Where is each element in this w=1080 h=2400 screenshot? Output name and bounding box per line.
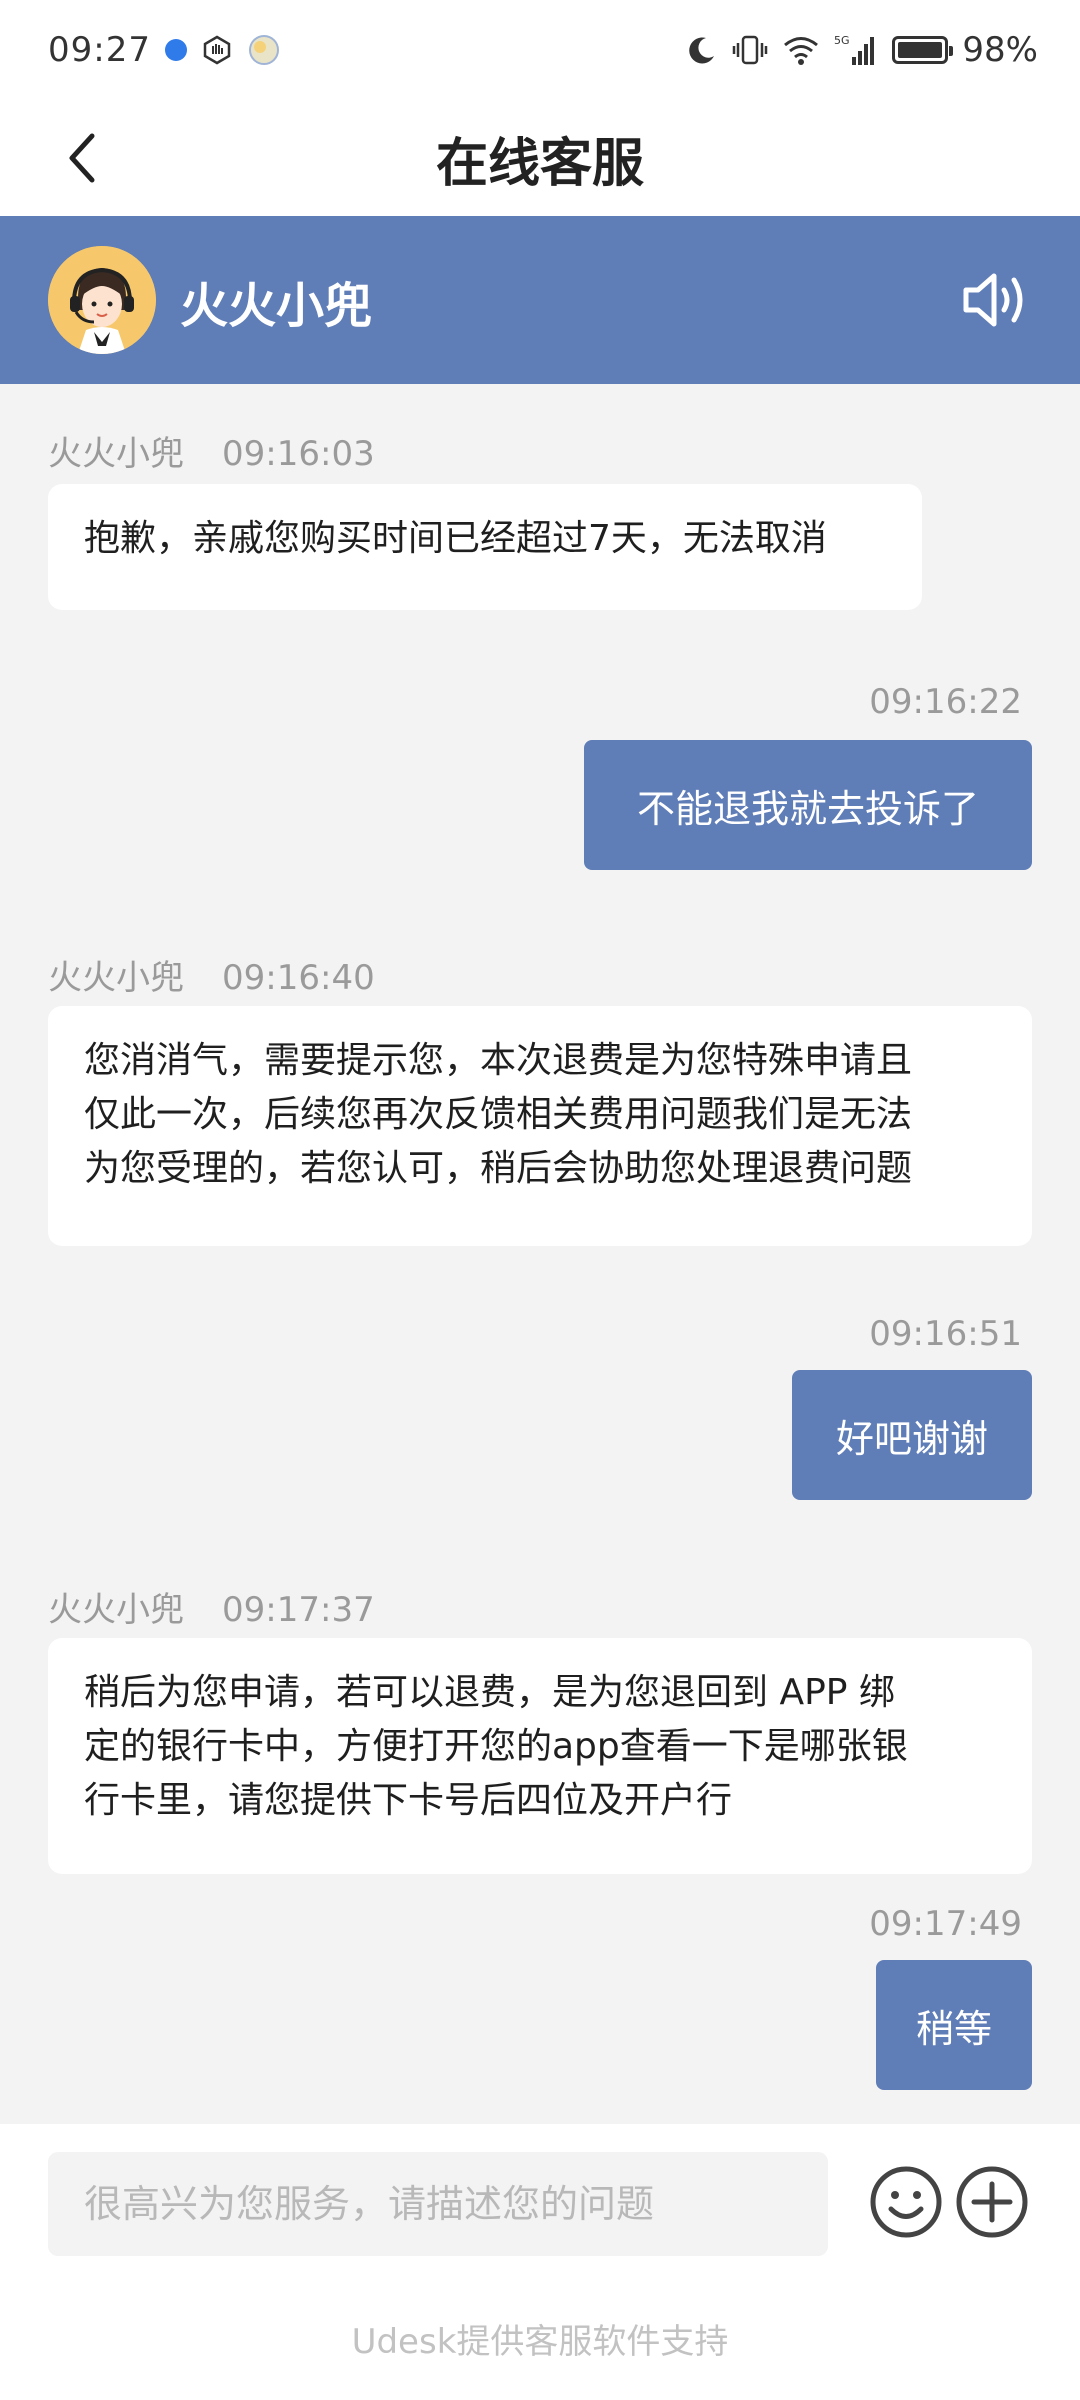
- message-text: 稍等: [915, 2006, 992, 2051]
- signal-icon: 5G: [834, 33, 878, 67]
- weather-icon: [247, 33, 281, 67]
- plus-circle-icon: [956, 2166, 1028, 2238]
- hand-icon: [201, 34, 233, 66]
- svg-text:5G: 5G: [834, 34, 850, 47]
- user-message-bubble[interactable]: 不能退我就去投诉了: [584, 740, 1032, 870]
- message-line: 抱歉，亲戚您购买时间已经超过7天，无法取消: [84, 518, 827, 559]
- add-attachment-button[interactable]: [954, 2164, 1030, 2240]
- message-line: 为您受理的，若您认可，稍后会协助您处理退费问题: [84, 1148, 913, 1189]
- message-line: 稍后为您申请，若可以退费，是为您退回到 APP 绑: [84, 1672, 895, 1713]
- wifi-icon: [782, 34, 820, 66]
- title-bar: 在线客服: [0, 100, 1080, 216]
- battery-icon: [892, 36, 954, 64]
- message-list[interactable]: 火火小兜 09:16:03 抱歉，亲戚您购买时间已经超过7天，无法取消 09:16…: [0, 384, 1080, 2124]
- back-button[interactable]: [50, 126, 114, 190]
- message-time: 09:16:40: [222, 958, 375, 998]
- message-sender: 火火小兜: [48, 434, 184, 474]
- user-message-bubble[interactable]: 稍等: [876, 1960, 1032, 2090]
- moon-icon: [686, 34, 718, 66]
- page-title: 在线客服: [435, 133, 644, 194]
- agent-message-bubble[interactable]: 稍后为您申请，若可以退费，是为您退回到 APP 绑 定的银行卡中，方便打开您的a…: [48, 1638, 1032, 1874]
- emoji-button[interactable]: [868, 2164, 944, 2240]
- message-meta: 火火小兜 09:17:37: [48, 1582, 375, 1631]
- message-sender: 火火小兜: [48, 1590, 184, 1630]
- message-meta: 火火小兜 09:16:40: [48, 950, 375, 999]
- battery-percent: 98%: [962, 30, 1038, 70]
- speaker-icon: [963, 273, 1023, 327]
- location-dot-icon: [164, 39, 187, 61]
- message-text: 不能退我就去投诉了: [636, 786, 979, 831]
- message-time: 09:17:37: [222, 1590, 375, 1630]
- message-time: 09:17:49: [869, 1904, 1022, 1944]
- agent-message-bubble[interactable]: 您消消气，需要提示您，本次退费是为您特殊申请且 仅此一次，后续您再次反馈相关费用…: [48, 1006, 1032, 1246]
- smiley-icon: [870, 2166, 942, 2238]
- chevron-left-icon: [69, 133, 95, 183]
- user-message-bubble[interactable]: 好吧谢谢: [792, 1370, 1032, 1500]
- status-time: 09:27: [48, 30, 151, 70]
- message-line: 您消消气，需要提示您，本次退费是为您特殊申请且: [84, 1040, 913, 1081]
- agent-avatar: [48, 246, 156, 354]
- message-line: 定的银行卡中，方便打开您的app查看一下是哪张银: [84, 1726, 908, 1767]
- message-text: 好吧谢谢: [835, 1416, 988, 1461]
- message-time: 09:16:22: [869, 682, 1022, 722]
- powered-by-note: Udesk提供客服软件支持: [351, 2322, 729, 2362]
- message-sender: 火火小兜: [48, 958, 184, 998]
- sound-toggle-button[interactable]: [960, 268, 1030, 332]
- status-bar: 09:27 5G 98%: [0, 0, 1080, 100]
- message-line: 仅此一次，后续您再次反馈相关费用问题我们是无法: [84, 1094, 913, 1135]
- input-area: Udesk提供客服软件支持: [0, 2124, 1080, 2400]
- message-line: 行卡里，请您提供下卡号后四位及开户行: [84, 1780, 733, 1821]
- agent-name: 火火小兜: [180, 278, 373, 334]
- message-input[interactable]: [48, 2152, 828, 2256]
- vibrate-icon: [732, 34, 768, 66]
- message-time: 09:16:51: [869, 1314, 1022, 1354]
- message-time: 09:16:03: [222, 434, 375, 474]
- agent-message-bubble[interactable]: 抱歉，亲戚您购买时间已经超过7天，无法取消: [48, 484, 922, 610]
- agent-header: 火火小兜: [0, 216, 1080, 384]
- message-meta: 火火小兜 09:16:03: [48, 426, 375, 475]
